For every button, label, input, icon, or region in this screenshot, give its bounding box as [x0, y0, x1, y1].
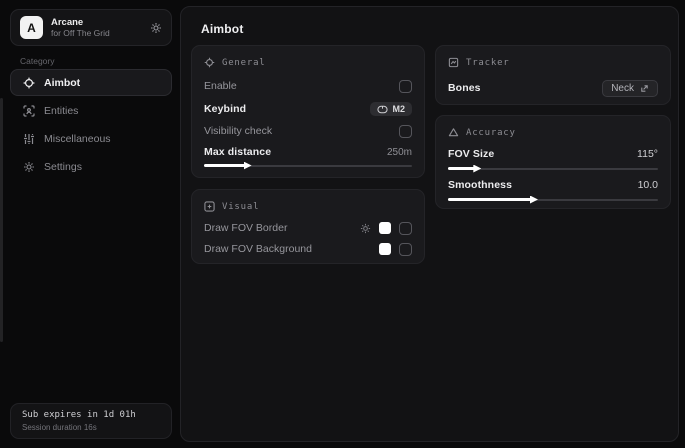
visibility-checkbox[interactable] — [399, 125, 412, 138]
scrollbar[interactable] — [0, 98, 3, 342]
visibility-row: Visibility check — [204, 121, 412, 141]
fov-size-row: FOV Size 115° — [448, 144, 658, 164]
app-logo: A — [20, 16, 43, 39]
session-duration-text: Session duration 16s — [22, 422, 160, 433]
sidebar-item-aimbot[interactable]: Aimbot — [10, 69, 172, 96]
gear-icon[interactable] — [360, 223, 371, 234]
visibility-check-label: Visibility check — [204, 125, 272, 137]
enable-label: Enable — [204, 80, 237, 92]
app-subtitle: for Off The Grid — [51, 28, 150, 38]
expand-icon — [640, 84, 649, 93]
fov-size-value: 115° — [637, 148, 658, 160]
sub-expiry-text: Sub expires in 1d 01h — [22, 409, 160, 422]
sidebar-item-label: Settings — [44, 161, 82, 173]
triangle-icon — [448, 127, 459, 138]
fov-border-row: Draw FOV Border — [204, 218, 412, 238]
accuracy-card: Accuracy FOV Size 115° Smoothness 10.0 — [435, 115, 671, 209]
scan-person-icon — [23, 105, 35, 117]
card-title: General — [222, 58, 266, 68]
sidebar-item-label: Entities — [44, 105, 78, 117]
card-title: Visual — [222, 202, 259, 212]
bones-label: Bones — [448, 82, 481, 94]
app-title: Arcane — [51, 17, 150, 28]
sliders-icon — [23, 133, 35, 145]
category-label: Category — [20, 56, 55, 66]
sidebar-nav: Aimbot Entities — [10, 69, 172, 181]
mouse-icon — [377, 105, 388, 114]
keybind-row: Keybind M2 — [204, 99, 412, 119]
sidebar-item-label: Miscellaneous — [44, 133, 111, 145]
fov-background-row: Draw FOV Background — [204, 239, 412, 259]
smoothness-slider[interactable] — [448, 195, 658, 204]
crosshair-icon — [23, 77, 35, 89]
sidebar: A Arcane for Off The Grid Category — [0, 0, 180, 448]
frame-icon — [448, 57, 459, 68]
page-title: Aimbot — [201, 22, 244, 36]
fov-border-color-swatch[interactable] — [379, 222, 391, 234]
fov-background-label: Draw FOV Background — [204, 243, 312, 255]
max-distance-label: Max distance — [204, 146, 271, 158]
sidebar-item-miscellaneous[interactable]: Miscellaneous — [10, 125, 172, 152]
fov-size-slider[interactable] — [448, 164, 658, 173]
tracker-card: Tracker Bones Neck — [435, 45, 671, 105]
card-title: Accuracy — [466, 128, 516, 138]
slider-thumb[interactable] — [530, 196, 538, 204]
max-distance-value: 250m — [387, 147, 412, 158]
fov-background-checkbox[interactable] — [399, 243, 412, 256]
enable-checkbox[interactable] — [399, 80, 412, 93]
sidebar-item-entities[interactable]: Entities — [10, 97, 172, 124]
max-distance-row: Max distance 250m — [204, 142, 412, 162]
fov-background-color-swatch[interactable] — [379, 243, 391, 255]
main-panel: Aimbot General Enable Keybind — [180, 6, 679, 442]
bones-row: Bones Neck — [448, 78, 658, 98]
smoothness-row: Smoothness 10.0 — [448, 175, 658, 195]
app-window: A Arcane for Off The Grid Category — [0, 0, 685, 448]
enable-row: Enable — [204, 76, 412, 96]
gear-icon[interactable] — [150, 22, 162, 34]
keybind-label: Keybind — [204, 103, 246, 115]
fov-border-checkbox[interactable] — [399, 222, 412, 235]
max-distance-slider[interactable] — [204, 161, 412, 170]
fov-size-label: FOV Size — [448, 148, 494, 160]
crosshair-icon — [204, 57, 215, 68]
card-title: Tracker — [466, 58, 510, 68]
slider-thumb[interactable] — [473, 165, 481, 173]
smoothness-label: Smoothness — [448, 179, 512, 191]
general-card: General Enable Keybind M2 — [191, 45, 425, 178]
fov-border-label: Draw FOV Border — [204, 222, 287, 234]
visual-card: Visual Draw FOV Border Draw FOV Backgr — [191, 189, 425, 264]
sidebar-item-settings[interactable]: Settings — [10, 153, 172, 180]
sidebar-item-label: Aimbot — [44, 77, 80, 89]
image-icon — [204, 201, 215, 212]
keybind-button[interactable]: M2 — [370, 102, 412, 116]
bones-value: Neck — [611, 83, 634, 94]
bones-select[interactable]: Neck — [602, 80, 658, 97]
gear-icon — [23, 161, 35, 173]
slider-thumb[interactable] — [244, 162, 252, 170]
subscription-info: Sub expires in 1d 01h Session duration 1… — [10, 403, 172, 439]
sidebar-header: A Arcane for Off The Grid — [10, 9, 172, 46]
keybind-value: M2 — [392, 104, 405, 114]
smoothness-value: 10.0 — [638, 179, 658, 191]
